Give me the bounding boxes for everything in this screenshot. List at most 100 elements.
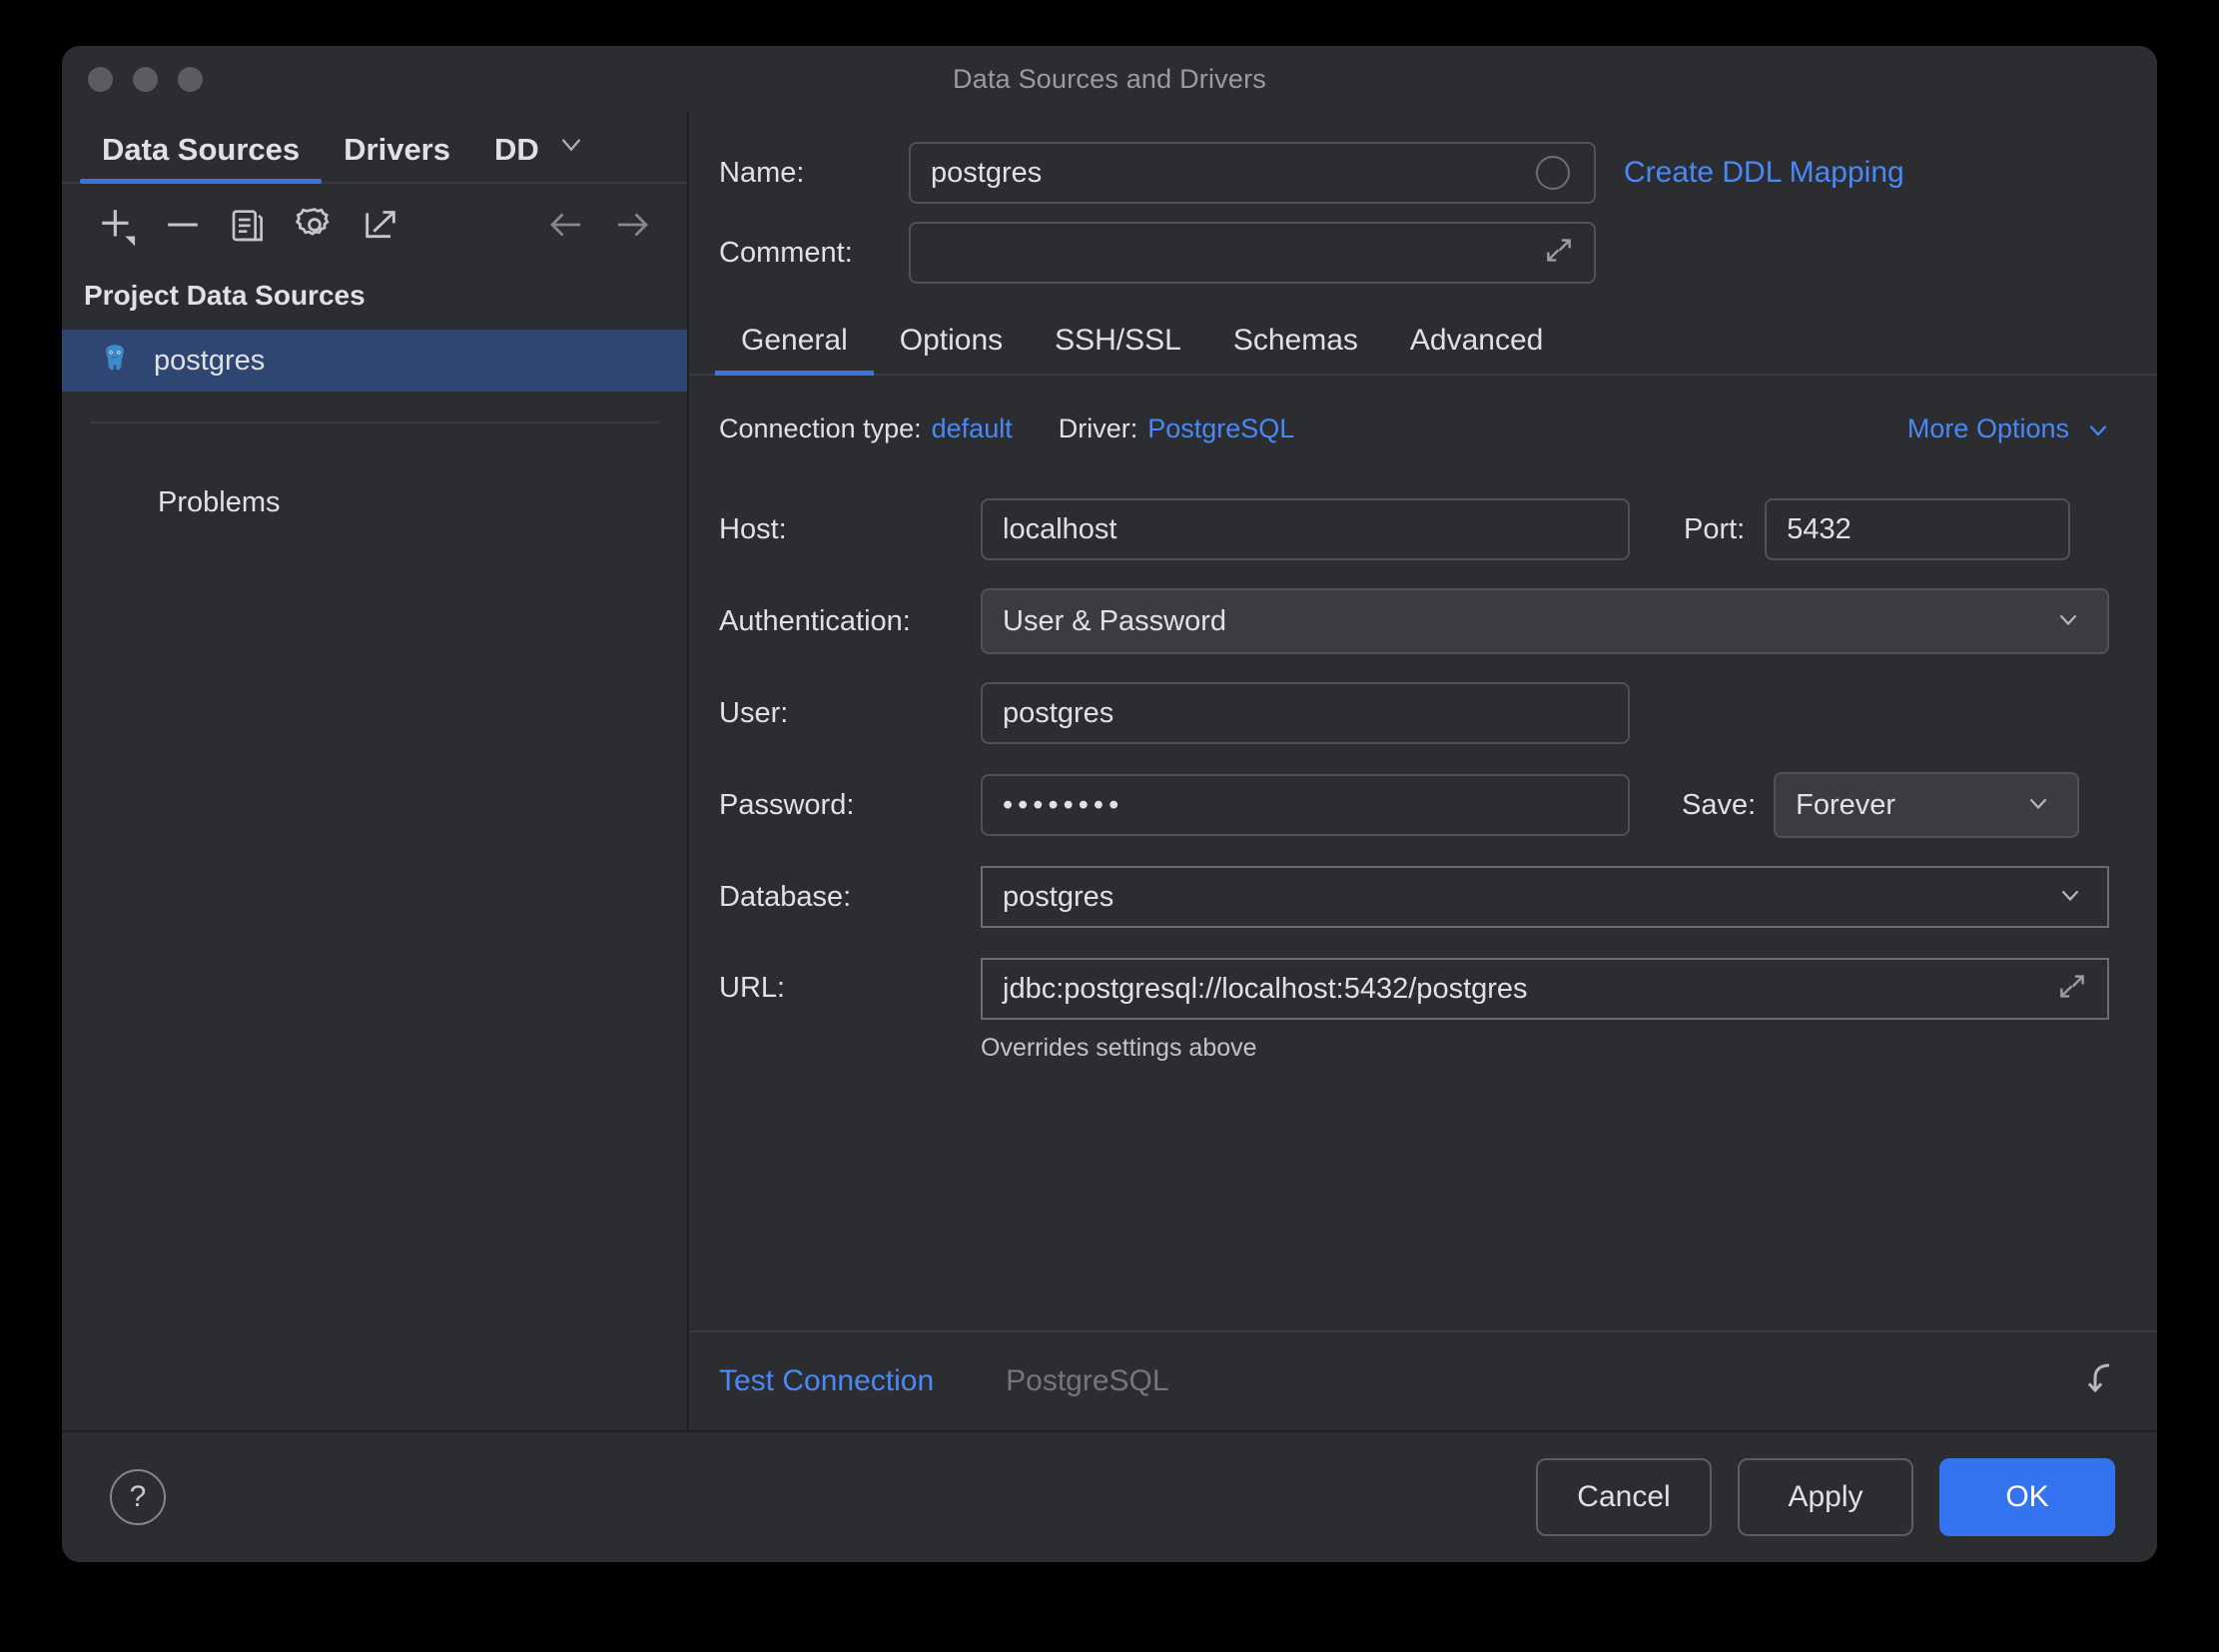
tab-drivers[interactable]: Drivers [322, 132, 472, 182]
url-hint: Overrides settings above [981, 1034, 2109, 1063]
authentication-label: Authentication: [719, 605, 981, 638]
authentication-select[interactable]: User & Password [981, 588, 2109, 654]
port-input[interactable]: 5432 [1765, 498, 2070, 560]
detail-panel: Name: postgres Create DDL Mapping Commen… [689, 112, 2157, 1430]
user-row: User: postgres [719, 682, 2113, 744]
connection-meta-row: Connection type: default Driver: Postgre… [719, 413, 2113, 444]
add-button[interactable] [84, 192, 150, 258]
create-ddl-mapping-link[interactable]: Create DDL Mapping [1624, 156, 1904, 190]
general-form: Connection type: default Driver: Postgre… [689, 376, 2157, 1330]
driver-status-label: PostgreSQL [1006, 1364, 1168, 1398]
chevron-down-icon [2083, 414, 2113, 444]
save-select[interactable]: Forever [1774, 772, 2079, 838]
project-data-sources-header: Project Data Sources [62, 266, 687, 330]
external-link-icon[interactable] [348, 192, 413, 258]
problems-label: Problems [158, 486, 281, 519]
authentication-row: Authentication: User & Password [719, 588, 2113, 654]
password-row: Password: •••••••• Save: Forever [719, 772, 2113, 838]
database-select[interactable]: postgres [981, 866, 2109, 928]
user-input[interactable]: postgres [981, 682, 1630, 744]
more-options-label: More Options [1907, 413, 2069, 444]
tab-ddl[interactable]: DDL [472, 132, 538, 182]
gear-icon[interactable] [282, 192, 348, 258]
tab-options[interactable]: Options [874, 324, 1029, 374]
tab-ssh-ssl[interactable]: SSH/SSL [1029, 324, 1207, 374]
problems-item[interactable]: Problems [62, 471, 687, 533]
password-label: Password: [719, 789, 981, 822]
password-input-value: •••••••• [1003, 789, 1123, 822]
url-row: URL: jdbc:postgresql://localhost:5432/po… [719, 958, 2113, 1063]
revert-arrow-icon[interactable] [2081, 1358, 2123, 1405]
driver-value[interactable]: PostgreSQL [1147, 413, 1294, 444]
comment-label: Comment: [719, 237, 909, 270]
host-label: Host: [719, 513, 981, 546]
save-label: Save: [1682, 789, 1756, 822]
left-tab-bar: Data Sources Drivers DDL [62, 112, 687, 184]
chevron-down-icon [2023, 788, 2053, 823]
tab-schemas-label: Schemas [1233, 324, 1358, 357]
data-source-item-postgres[interactable]: postgres [62, 330, 687, 392]
expand-icon[interactable] [1542, 234, 1576, 273]
title-bar: Data Sources and Drivers [62, 46, 2157, 112]
cancel-button-label: Cancel [1577, 1480, 1670, 1514]
url-input-value: jdbc:postgresql://localhost:5432/postgre… [1003, 973, 1528, 1006]
url-label: URL: [719, 958, 981, 1005]
port-label: Port: [1684, 513, 1745, 546]
tab-ddl-label: DDL [494, 132, 538, 167]
cancel-button[interactable]: Cancel [1536, 1458, 1712, 1536]
name-label: Name: [719, 157, 909, 190]
ok-button-label: OK [2005, 1480, 2048, 1514]
dialog-footer: ? Cancel Apply OK [62, 1430, 2157, 1562]
expand-icon[interactable] [2055, 970, 2089, 1009]
apply-button-label: Apply [1788, 1480, 1862, 1514]
tab-drivers-label: Drivers [344, 132, 450, 167]
copy-icon[interactable] [216, 192, 282, 258]
detail-footer: Test Connection PostgreSQL [689, 1330, 2157, 1430]
save-value: Forever [1796, 789, 1895, 822]
remove-button[interactable] [150, 192, 216, 258]
driver-label: Driver: [1059, 413, 1138, 444]
color-indicator-icon[interactable] [1536, 156, 1570, 190]
url-field-wrapper: jdbc:postgresql://localhost:5432/postgre… [981, 958, 2109, 1063]
forward-button[interactable] [599, 192, 665, 258]
database-label: Database: [719, 881, 981, 914]
url-input[interactable]: jdbc:postgresql://localhost:5432/postgre… [981, 958, 2109, 1020]
detail-header: Name: postgres Create DDL Mapping Commen… [689, 112, 2157, 302]
host-input[interactable]: localhost [981, 498, 1630, 560]
comment-input[interactable] [909, 222, 1596, 284]
tab-data-sources[interactable]: Data Sources [80, 132, 322, 182]
authentication-value: User & Password [1003, 605, 1226, 638]
name-input[interactable]: postgres [909, 142, 1596, 204]
connection-type-label: Connection type: [719, 413, 922, 444]
comment-row: Comment: [719, 222, 2111, 284]
connection-type-value[interactable]: default [932, 413, 1013, 444]
tab-schemas[interactable]: Schemas [1207, 324, 1384, 374]
name-row: Name: postgres Create DDL Mapping [719, 142, 2111, 204]
user-label: User: [719, 697, 981, 730]
back-button[interactable] [533, 192, 599, 258]
data-sources-dialog: Data Sources and Drivers Data Sources Dr… [62, 46, 2157, 1562]
tab-data-sources-label: Data Sources [102, 132, 300, 167]
help-button[interactable]: ? [110, 1469, 166, 1525]
database-value: postgres [1003, 881, 1113, 914]
chevron-down-icon[interactable] [554, 127, 588, 166]
left-panel: Data Sources Drivers DDL [62, 112, 689, 1430]
host-input-value: localhost [1003, 513, 1116, 546]
database-row: Database: postgres [719, 866, 2113, 928]
more-options-button[interactable]: More Options [1907, 413, 2113, 444]
data-source-label: postgres [154, 345, 265, 378]
chevron-down-icon [2055, 880, 2085, 915]
port-input-value: 5432 [1787, 513, 1851, 546]
postgresql-elephant-icon [98, 342, 132, 381]
apply-button[interactable]: Apply [1738, 1458, 1913, 1536]
ok-button[interactable]: OK [1939, 1458, 2115, 1536]
tab-advanced-label: Advanced [1410, 324, 1543, 357]
screen-root: Data Sources and Drivers Data Sources Dr… [0, 0, 2219, 1652]
tab-advanced[interactable]: Advanced [1384, 324, 1569, 374]
password-input[interactable]: •••••••• [981, 774, 1630, 836]
test-connection-button[interactable]: Test Connection [719, 1364, 934, 1398]
host-row: Host: localhost Port: 5432 [719, 498, 2113, 560]
dialog-body: Data Sources Drivers DDL [62, 112, 2157, 1430]
tab-general[interactable]: General [715, 324, 874, 374]
user-input-value: postgres [1003, 697, 1113, 730]
